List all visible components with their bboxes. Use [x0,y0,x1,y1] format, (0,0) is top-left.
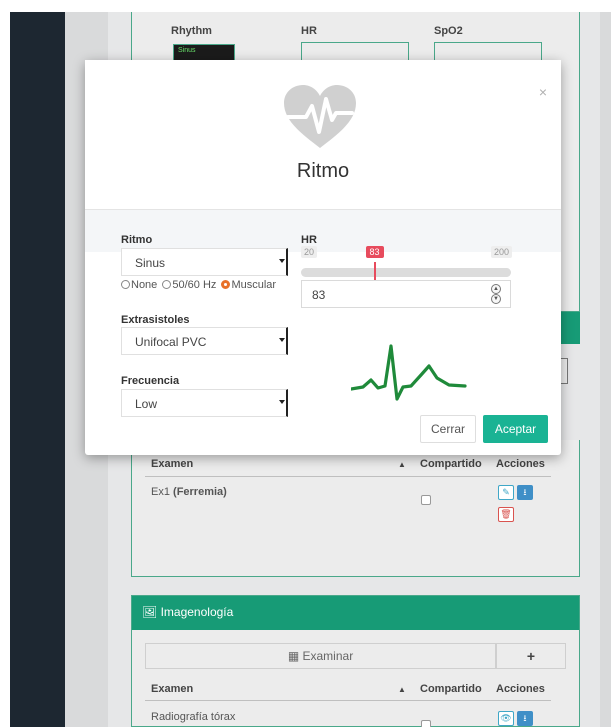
vitals-label-spo2: SpO2 [434,25,463,37]
hr-spinner[interactable]: ▲ ▼ [491,284,501,304]
examinar-label: Examinar [302,649,354,663]
radio-none-label: None [131,279,158,291]
exam-detail: (Ferremia) [173,486,227,498]
sidebar [10,12,65,727]
img-table-divider [145,700,551,701]
hr-label: HR [301,234,317,246]
img-col-examen[interactable]: Examen [151,683,193,695]
imagenologia-header[interactable]: 🖼 Imagenología [132,596,579,630]
img-col-compartido: Compartido [420,683,482,695]
cerrar-button[interactable]: Cerrar [420,415,476,443]
shared-checkbox[interactable] [421,495,431,505]
frecuencia-select[interactable]: Low [121,389,288,417]
ecg-waveform [349,342,467,408]
img-shared-checkbox[interactable] [421,720,431,727]
frecuencia-label: Frecuencia [121,375,180,387]
view-button[interactable]: 👁 [498,711,514,726]
hr-slider-max: 200 [491,246,513,258]
image-icon: 🖼 [142,605,158,619]
ritmo-select[interactable]: Sinus [121,248,288,276]
grid-icon: ▦ [287,649,300,663]
edit-button[interactable]: ✎ [498,485,514,500]
delete-button[interactable]: 🗑 [498,507,514,522]
sort-icon[interactable]: ▲ [398,460,406,469]
chevron-down-icon [279,259,285,263]
ritmo-select-value: Sinus [135,256,166,270]
modal-title: Ritmo [296,160,350,182]
download-button[interactable]: ⭳ [517,485,533,500]
img-col-acciones: Acciones [496,683,545,695]
filter-radio-group: None 50/60 Hz Muscular [121,279,276,291]
extrasistoles-label: Extrasistoles [121,314,190,326]
modal-header: × Ritmo [85,60,561,210]
aceptar-button[interactable]: Aceptar [483,415,548,443]
hr-input-value: 83 [312,288,326,302]
table-divider [145,476,551,477]
hr-slider-value: 83 [365,246,384,258]
extrasistoles-select[interactable]: Unifocal PVC [121,327,288,355]
spin-down-icon[interactable]: ▼ [491,294,501,304]
img-download-button[interactable]: ⭳ [517,711,533,726]
hr-slider[interactable] [301,268,511,277]
vitals-label-rhythm: Rhythm [171,25,212,37]
col-examen[interactable]: Examen [151,458,193,470]
radio-50-60hz-label: 50/60 Hz [172,279,217,291]
frecuencia-select-value: Low [135,397,158,411]
add-image-button[interactable]: + [496,643,566,669]
vitals-label-hr: HR [301,25,317,37]
radio-muscular-label: Muscular [231,279,277,291]
extrasistoles-select-value: Unifocal PVC [135,335,207,349]
hr-slider-min: 20 [301,246,318,258]
radio-50-60hz[interactable] [162,280,172,289]
ritmo-modal: × Ritmo Ritmo Sinus None 50/60 Hz Muscul… [85,60,561,455]
hr-number-input[interactable]: 83 ▲ ▼ [301,280,511,308]
heart-pulse-icon [282,84,358,150]
examinar-button[interactable]: ▦ Examinar [145,643,496,669]
modal-band [85,210,561,252]
chevron-down-icon [279,338,285,342]
img-sort-icon[interactable]: ▲ [398,685,406,694]
table-row: Ex1 (Ferremia) [151,486,227,498]
col-acciones: Acciones [496,458,545,470]
radio-muscular[interactable] [221,280,231,289]
radio-none[interactable] [121,280,130,289]
ritmo-label: Ritmo [121,234,153,246]
imagenologia-title: Imagenología [160,605,234,619]
top-strip [0,0,611,12]
close-icon[interactable]: × [539,84,547,100]
col-compartido: Compartido [420,458,482,470]
hr-slider-handle[interactable] [373,262,376,280]
img-table-row: Radiografía tórax [151,711,236,723]
exam-name: Ex1 [151,486,170,498]
chevron-down-icon [279,400,285,404]
spin-up-icon[interactable]: ▲ [491,284,501,294]
